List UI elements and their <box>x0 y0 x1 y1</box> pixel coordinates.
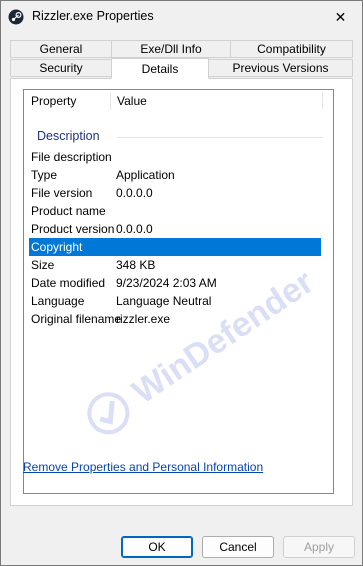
detail-row[interactable]: File description <box>24 148 333 166</box>
details-panel: Property Value Description File descript… <box>10 78 353 506</box>
tab-security[interactable]: Security <box>10 59 112 77</box>
detail-row[interactable]: File version 0.0.0.0 <box>24 184 333 202</box>
column-header-value[interactable]: Value <box>110 90 322 112</box>
ok-button[interactable]: OK <box>121 536 193 558</box>
column-header-property[interactable]: Property <box>24 90 110 112</box>
column-divider[interactable] <box>322 92 323 110</box>
detail-row[interactable]: Original filename rizzler.exe <box>24 310 333 328</box>
property-value: Language Neutral <box>116 294 212 308</box>
detail-row-selected[interactable]: Copyright <box>29 238 321 256</box>
remove-properties-link[interactable]: Remove Properties and Personal Informati… <box>23 460 263 474</box>
property-value: rizzler.exe <box>116 312 171 326</box>
properties-window: Rizzler.exe Properties ✕ General Exe/Dll… <box>0 0 363 566</box>
detail-row[interactable]: Language Language Neutral <box>24 292 333 310</box>
property-name: Product name <box>31 204 106 218</box>
close-icon: ✕ <box>334 8 347 25</box>
tab-details[interactable]: Details <box>111 58 209 79</box>
details-list[interactable]: Property Value Description File descript… <box>23 89 334 494</box>
property-name: Product version <box>31 222 115 236</box>
tab-general[interactable]: General <box>10 40 112 58</box>
tab-previous-versions[interactable]: Previous Versions <box>208 59 353 77</box>
detail-row[interactable]: Product name <box>24 202 333 220</box>
property-value: Application <box>116 168 175 182</box>
property-value: 9/23/2024 2:03 AM <box>116 276 217 290</box>
property-value: 348 KB <box>116 258 156 272</box>
close-button[interactable]: ✕ <box>319 1 362 33</box>
group-divider <box>117 137 323 138</box>
tab-strip: General Exe/Dll Info Compatibility Secur… <box>10 40 353 80</box>
title-bar[interactable]: Rizzler.exe Properties ✕ <box>1 1 362 33</box>
apply-button[interactable]: Apply <box>283 536 355 558</box>
detail-row[interactable]: Type Application <box>24 166 333 184</box>
tab-exe-dll-info[interactable]: Exe/Dll Info <box>111 40 231 58</box>
property-name: Size <box>31 258 55 272</box>
property-name: Type <box>31 168 58 182</box>
property-name: Original filename <box>31 312 122 326</box>
list-header: Property Value <box>24 90 333 112</box>
property-value: 0.0.0.0 <box>116 186 153 200</box>
property-name: File version <box>31 186 93 200</box>
property-name: Language <box>31 294 85 308</box>
group-header-description[interactable]: Description <box>37 129 100 143</box>
detail-row[interactable]: Date modified 9/23/2024 2:03 AM <box>24 274 333 292</box>
tab-compatibility[interactable]: Compatibility <box>230 40 353 58</box>
window-title: Rizzler.exe Properties <box>32 9 154 23</box>
property-name: Copyright <box>31 240 83 254</box>
property-name: Date modified <box>31 276 106 290</box>
property-name: File description <box>31 150 112 164</box>
detail-row[interactable]: Product version 0.0.0.0 <box>24 220 333 238</box>
cancel-button[interactable]: Cancel <box>202 536 274 558</box>
steam-icon <box>8 9 24 25</box>
detail-row[interactable]: Size 348 KB <box>24 256 333 274</box>
property-value: 0.0.0.0 <box>116 222 153 236</box>
